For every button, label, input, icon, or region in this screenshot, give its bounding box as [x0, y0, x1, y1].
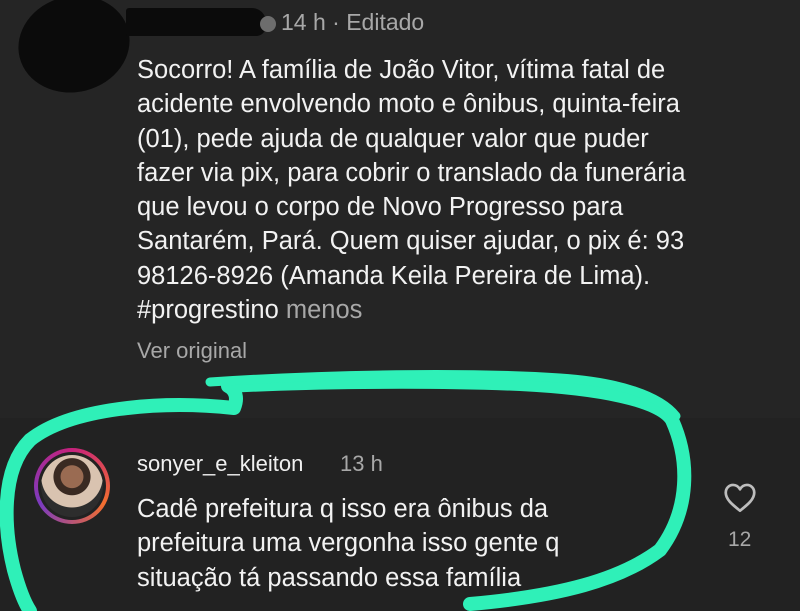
reply-comment: sonyer_e_kleiton 13 h Cadê prefeitura q … [0, 418, 800, 611]
avatar-story-ring[interactable] [34, 448, 110, 524]
post-line: 98126-8926 (Amanda Keila Pereira de Lima… [137, 261, 651, 290]
meta-separator: · [325, 9, 347, 35]
post-line-last: #progrestino menos [137, 293, 767, 327]
heart-outline-icon[interactable] [722, 480, 758, 516]
see-original-button[interactable]: Ver original [137, 338, 247, 364]
like-count: 12 [728, 528, 752, 551]
post-line: Santarém, Pará. Quem quiser ajudar, o pi… [137, 227, 685, 256]
reply-line: situação tá passando essa família [137, 563, 522, 592]
post-line: Socorro! A família de João Vitor, vítima… [137, 56, 666, 84]
post-line: acidente envolvendo moto e ônibus, quint… [137, 90, 680, 119]
reply-username[interactable]: sonyer_e_kleiton [137, 451, 303, 477]
reply-time: 13 h [340, 451, 383, 476]
edited-label: Editado [346, 9, 425, 35]
reply-line: Cadê prefeitura q isso era ônibus da [137, 495, 549, 523]
redacted-username [126, 8, 276, 36]
redacted-avatar [8, 0, 140, 105]
post-line: fazer via pix, para cobrir o translado d… [137, 158, 686, 187]
post-line: que levou o corpo de Novo Progresso para [137, 193, 624, 222]
screen: 14 h · Editado Socorro! A família de Joã… [0, 0, 800, 611]
hashtag-link[interactable]: #progrestino [137, 296, 279, 324]
show-less-button[interactable]: menos [286, 296, 363, 324]
avatar [38, 452, 106, 520]
post-meta: 14 h · Editado [281, 9, 424, 36]
reply-line: prefeitura uma vergonha isso gente q [137, 529, 560, 558]
post-text: Socorro! A família de João Vitor, vítima… [137, 53, 767, 327]
post-line: (01), pede ajuda de qualquer valor que p… [137, 124, 649, 153]
post-time: 14 h [281, 9, 326, 35]
reply-text: Cadê prefeitura q isso era ônibus da pre… [137, 492, 697, 595]
avatar-photo [41, 455, 103, 517]
